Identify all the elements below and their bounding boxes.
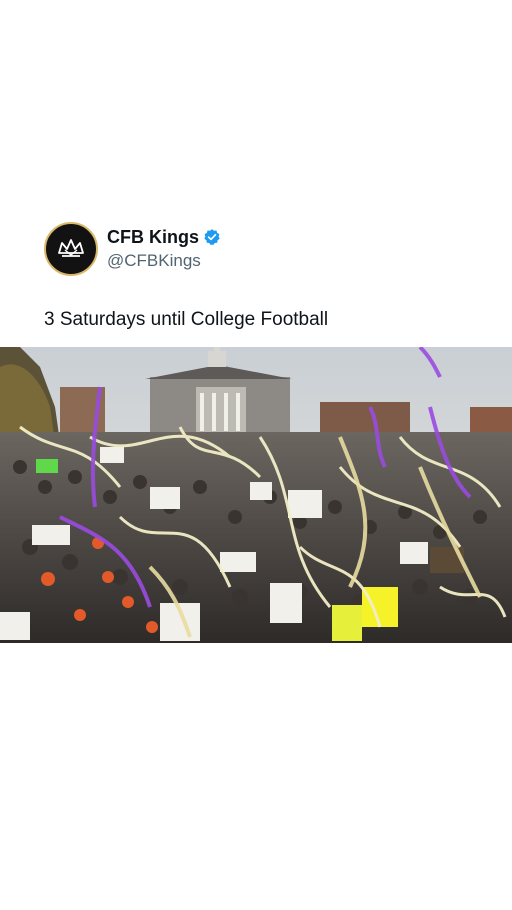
tweet-text: 3 Saturdays until College Football	[44, 309, 329, 330]
avatar[interactable]	[44, 222, 98, 276]
tweet-media[interactable]	[0, 347, 512, 643]
post-page: CFB Kings @CFBKings 3 Saturdays until Co…	[0, 0, 512, 910]
handle[interactable]: @CFBKings	[107, 250, 221, 272]
name-row: CFB Kings	[107, 226, 221, 248]
display-name[interactable]: CFB Kings	[107, 226, 199, 248]
crown-logo-icon	[58, 239, 84, 257]
verified-badge-icon	[204, 229, 220, 246]
author-block: CFB Kings @CFBKings	[107, 226, 221, 272]
stadium-crowd-confetti-image	[0, 347, 512, 643]
tweet-header: CFB Kings @CFBKings	[44, 222, 221, 276]
